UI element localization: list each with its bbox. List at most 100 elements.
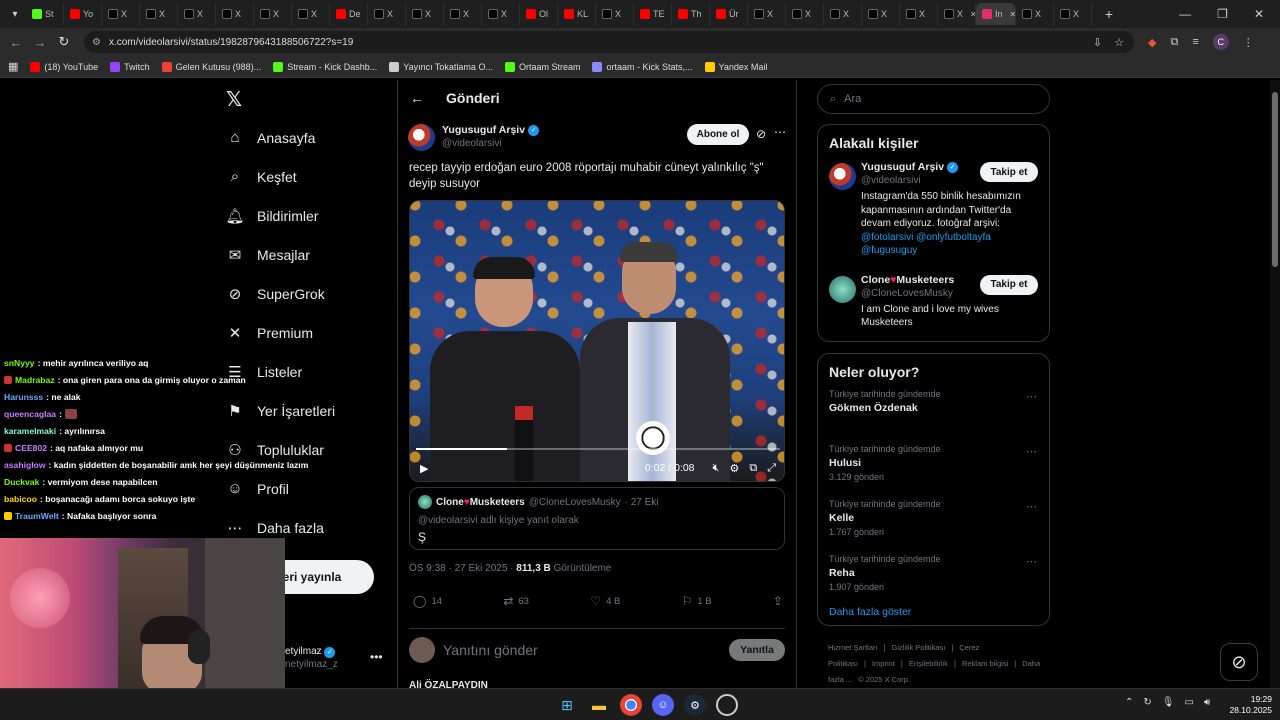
footer-link[interactable]: Imprint bbox=[872, 659, 895, 668]
browser-tab[interactable]: X bbox=[178, 3, 216, 25]
browser-tab[interactable]: X bbox=[824, 3, 862, 25]
trend-item[interactable]: Türkiye tarihinde gündemde Gökmen Özdenak… bbox=[818, 386, 1049, 441]
tab-search-icon[interactable]: ▾ bbox=[4, 4, 26, 24]
browser-tab[interactable]: X bbox=[862, 3, 900, 25]
reply-author-name[interactable]: Clone♥Musketeers bbox=[436, 497, 525, 508]
page-scrollbar[interactable] bbox=[1270, 80, 1280, 688]
video-player[interactable]: ▶ 0:02 / 0:08 🔇︎ ⚙ ⧉ ⤢ bbox=[409, 200, 785, 482]
browser-tab[interactable]: In ✕ bbox=[976, 3, 1016, 25]
mute-icon[interactable]: 🔇︎ bbox=[713, 462, 720, 475]
media-icon[interactable]: ≡ bbox=[1192, 36, 1198, 48]
app-icon[interactable] bbox=[716, 694, 738, 716]
x-logo-icon[interactable]: 𝕏 bbox=[226, 90, 246, 110]
install-app-icon[interactable]: ⇩ bbox=[1093, 36, 1102, 49]
bookmark-item[interactable]: Gelen Kutusu (988)... bbox=[161, 61, 261, 72]
post-author[interactable]: Yugusuguf Arşiv ✓ @videolarsivi bbox=[408, 124, 540, 151]
extension-icon[interactable]: ◆ bbox=[1148, 36, 1156, 49]
reload-icon[interactable]: ↻ bbox=[52, 34, 76, 50]
windows-start-icon[interactable]: ⊞ bbox=[556, 694, 578, 716]
reply-action[interactable]: ◯ 14 bbox=[413, 594, 442, 608]
account-switcher[interactable]: etyilmaz ✓ netyilmaz_z bbox=[285, 645, 338, 671]
browser-tab[interactable]: Th bbox=[672, 3, 710, 25]
trend-more-icon[interactable]: ⋯ bbox=[1026, 445, 1037, 458]
next-reply-author[interactable]: Ali ÖZALPAYDIN bbox=[409, 680, 488, 688]
footer-link[interactable]: Reklam bilgisi bbox=[962, 659, 1008, 668]
share-action[interactable]: ⇪ bbox=[773, 594, 783, 608]
browser-tab[interactable]: X bbox=[292, 3, 330, 25]
nav-item-bell[interactable]: 🔔︎ Bildirimler bbox=[225, 196, 335, 235]
browser-tab[interactable]: X bbox=[1054, 3, 1092, 25]
footer-link[interactable]: Hizmet Şartları bbox=[828, 643, 878, 652]
browser-tab[interactable]: TE bbox=[634, 3, 672, 25]
browser-tab[interactable]: X bbox=[1016, 3, 1054, 25]
bookmark-item[interactable]: Yayıncı Tokatlama O... bbox=[389, 61, 493, 72]
browser-tab[interactable]: De bbox=[330, 3, 368, 25]
author-avatar[interactable] bbox=[408, 124, 435, 151]
related-person[interactable]: Yugusuguf Arşiv ✓ @videolarsivi Instagra… bbox=[818, 157, 1049, 264]
reply-input[interactable]: Yanıtını gönder bbox=[443, 642, 538, 658]
browser-tab[interactable]: X bbox=[748, 3, 786, 25]
browser-tab[interactable]: X bbox=[368, 3, 406, 25]
browser-tab[interactable]: X bbox=[786, 3, 824, 25]
trend-item[interactable]: Türkiye tarihinde gündemde Reha 1.907 gönd… bbox=[818, 551, 1049, 606]
discord-icon[interactable]: ☺ bbox=[652, 694, 674, 716]
close-window-icon[interactable]: ✕ bbox=[1254, 7, 1264, 21]
display-icon[interactable]: ▭ bbox=[1184, 697, 1193, 708]
reply-avatar[interactable] bbox=[418, 495, 432, 509]
trend-more-icon[interactable]: ⋯ bbox=[1026, 500, 1037, 513]
browser-tab[interactable]: Yo bbox=[64, 3, 102, 25]
apps-grid-icon[interactable]: ▦ bbox=[8, 60, 18, 73]
browser-tab[interactable]: X bbox=[140, 3, 178, 25]
back-arrow-icon[interactable]: ← bbox=[410, 90, 424, 106]
trend-item[interactable]: Türkiye tarihinde gündemde Kelle 1.767 gön… bbox=[818, 496, 1049, 551]
browser-tab[interactable]: X bbox=[482, 3, 520, 25]
browser-tab[interactable]: X bbox=[216, 3, 254, 25]
reply-handle[interactable]: @CloneLovesMusky bbox=[529, 497, 621, 508]
back-icon[interactable]: ← bbox=[4, 35, 28, 50]
browser-tab[interactable]: X bbox=[102, 3, 140, 25]
bookmark-item[interactable]: Ortaam Stream bbox=[504, 61, 580, 72]
bookmark-star-icon[interactable]: ☆ bbox=[1114, 36, 1124, 49]
browser-tab[interactable]: X bbox=[444, 3, 482, 25]
browser-tab[interactable]: X✕ bbox=[938, 3, 976, 25]
scroll-thumb[interactable] bbox=[1272, 92, 1278, 267]
system-clock[interactable]: 19:29 28.10.2025 bbox=[1226, 694, 1272, 716]
browser-tab[interactable]: X bbox=[900, 3, 938, 25]
search-input[interactable]: ⌕ Ara bbox=[817, 84, 1050, 114]
account-more-icon[interactable]: ••• bbox=[370, 650, 383, 664]
grok-fab-icon[interactable]: ⊘ bbox=[1220, 643, 1258, 681]
browser-tab[interactable]: X bbox=[596, 3, 634, 25]
video-progress-bar[interactable] bbox=[416, 448, 780, 450]
trend-more-icon[interactable]: ⋯ bbox=[1026, 555, 1037, 568]
browser-tab[interactable]: St bbox=[26, 3, 64, 25]
nav-item-mail[interactable]: ✉ Mesajlar bbox=[226, 235, 335, 274]
bookmark-item[interactable]: Yandex Mail bbox=[704, 61, 767, 72]
tray-chevron-icon[interactable]: ⌃ bbox=[1125, 697, 1133, 708]
nav-item-search[interactable]: ⌕ Keşfet bbox=[226, 157, 335, 196]
like-action[interactable]: ♡ 4 B bbox=[590, 594, 620, 608]
reply-card[interactable]: Clone♥Musketeers @CloneLovesMusky · 27 E… bbox=[409, 487, 785, 550]
restore-icon[interactable]: ❐ bbox=[1217, 7, 1228, 21]
bookmark-action[interactable]: ⚐ 1 B bbox=[682, 594, 712, 608]
reply-submit-button[interactable]: Yanıtla bbox=[729, 639, 785, 661]
person-avatar[interactable] bbox=[829, 163, 856, 190]
footer-link[interactable]: Gizlilik Politikası bbox=[892, 643, 946, 652]
bio-links[interactable]: @fotolarsivi @onlyfutboltayfa @fugusuguy bbox=[861, 232, 991, 257]
browser-tab[interactable]: KL bbox=[558, 3, 596, 25]
author-name[interactable]: Yugusuguf Arşiv bbox=[442, 124, 525, 136]
follow-button[interactable]: Takip et bbox=[980, 162, 1038, 182]
new-tab-button[interactable]: + bbox=[1098, 6, 1120, 22]
person-name[interactable]: Yugusuguf Arşiv bbox=[861, 161, 944, 173]
follow-button[interactable]: Takip et bbox=[980, 274, 1038, 295]
tray-sync-icon[interactable]: ↻ bbox=[1143, 697, 1151, 708]
related-person[interactable]: Clone♥Musketeers @CloneLovesMusky I am C… bbox=[818, 270, 1049, 336]
person-avatar[interactable] bbox=[829, 275, 856, 303]
person-name[interactable]: Clone♥Musketeers bbox=[861, 274, 954, 286]
browser-tab[interactable]: X bbox=[406, 3, 444, 25]
author-handle[interactable]: @videolarsivi bbox=[442, 138, 539, 149]
url-field[interactable]: ⚙ x.com/videolarsivi/status/198287964318… bbox=[84, 31, 1134, 53]
bookmark-item[interactable]: Stream - Kick Dashb... bbox=[273, 61, 377, 72]
grok-explain-icon[interactable]: ⊘ bbox=[756, 127, 766, 141]
volume-icon[interactable]: 🔊︎ bbox=[1204, 697, 1210, 708]
browser-menu-icon[interactable]: ⋮ bbox=[1243, 36, 1254, 49]
